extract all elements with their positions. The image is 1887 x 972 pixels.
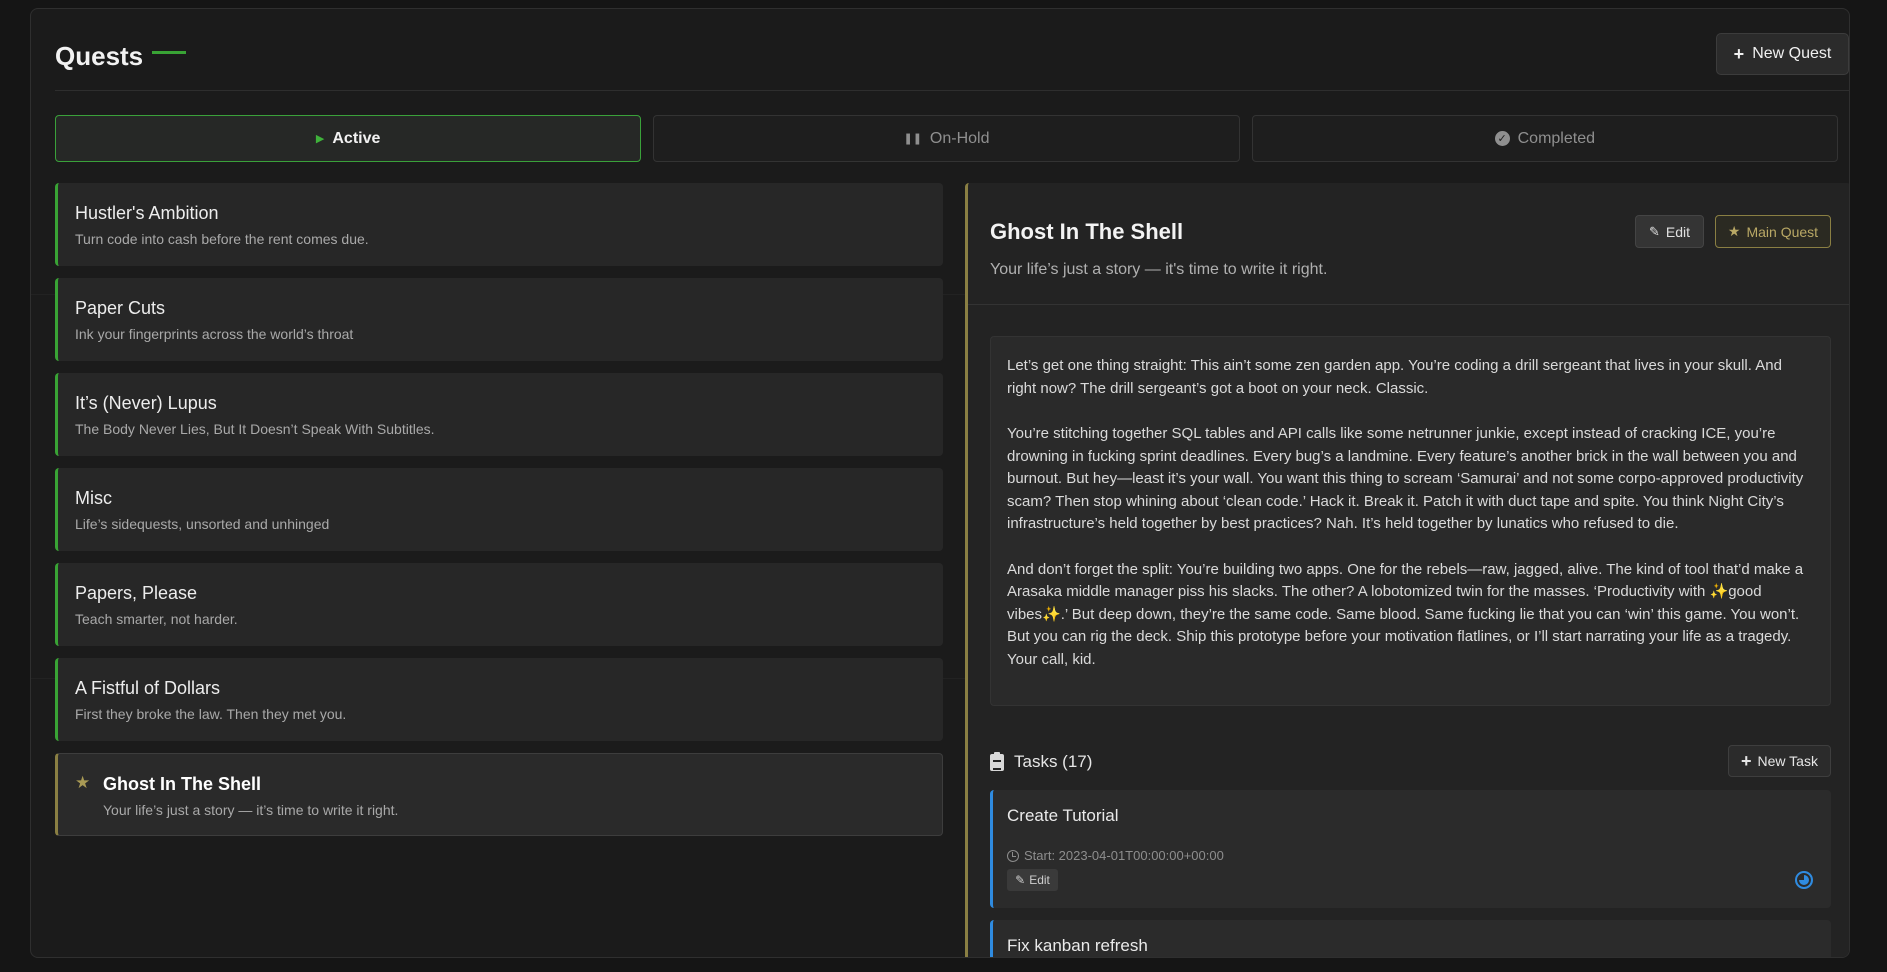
tasks-heading: Tasks (17) (990, 751, 1093, 772)
quest-description: Ink your fingerprints across the world’s… (75, 326, 354, 342)
task-start-date: Start: 2023-04-01T00:00:00+00:00 (1007, 848, 1224, 863)
quest-card[interactable]: It’s (Never) Lupus The Body Never Lies, … (55, 373, 943, 456)
quest-description: Your life’s just a story — it’s time to … (103, 802, 399, 818)
task-title: Fix kanban refresh (1007, 936, 1148, 955)
detail-header: Ghost In The Shell Your life’s just a st… (968, 183, 1849, 305)
tab-label: Completed (1517, 129, 1595, 147)
quest-card[interactable]: A Fistful of Dollars First they broke th… (55, 658, 943, 741)
task-edit-button[interactable]: ✎ Edit (1007, 869, 1058, 891)
quest-detail-panel: Ghost In The Shell Your life’s just a st… (965, 183, 1849, 957)
star-icon: ★ (1727, 223, 1741, 239)
tasks-header: Tasks (17) + New Task (990, 745, 1831, 779)
main-quest-label: Main Quest (1746, 223, 1819, 240)
quest-card[interactable]: Papers, Please Teach smarter, not harder… (55, 563, 943, 646)
app-window: Quests + New Quest ▶ Active ❚❚ On-Hold ✓… (30, 8, 1850, 958)
tab-active[interactable]: ▶ Active (55, 115, 642, 162)
edit-label: Edit (1665, 223, 1691, 240)
check-circle-icon: ✓ (1494, 131, 1510, 146)
page-header: Quests + New Quest (55, 9, 1849, 91)
quest-list: Hustler's Ambition Turn code into cash b… (55, 183, 943, 848)
quest-card[interactable]: Misc Life’s sidequests, unsorted and unh… (55, 468, 943, 551)
quest-description: The Body Never Lies, But It Doesn’t Spea… (75, 421, 435, 437)
quest-name: Papers, Please (75, 583, 198, 603)
plus-icon: + (1733, 44, 1745, 64)
star-icon: ★ (75, 773, 91, 792)
new-task-label: New Task (1757, 753, 1818, 769)
edit-quest-button[interactable]: ✎ Edit (1635, 215, 1704, 248)
new-quest-label: New Quest (1752, 45, 1832, 62)
quest-card[interactable]: Paper Cuts Ink your fingerprints across … (55, 278, 943, 361)
quest-card[interactable]: Hustler's Ambition Turn code into cash b… (55, 183, 943, 266)
quest-description: Turn code into cash before the rent come… (75, 231, 369, 247)
task-start-text: Start: 2023-04-01T00:00:00+00:00 (1024, 848, 1224, 863)
in-progress-icon[interactable] (1795, 871, 1813, 889)
task-edit-label: Edit (1029, 873, 1050, 887)
pause-icon: ❚❚ (903, 133, 922, 145)
story-paragraph: Let’s get one thing straight: This ain’t… (1007, 357, 1782, 397)
play-icon: ▶ (315, 133, 325, 145)
task-card[interactable]: Create Tutorial Start: 2023-04-01T00:00:… (990, 790, 1831, 908)
tab-on-hold[interactable]: ❚❚ On-Hold (653, 115, 1240, 162)
main-quest-button[interactable]: ★ Main Quest (1715, 215, 1831, 248)
clipboard-icon (990, 751, 1004, 771)
new-quest-button[interactable]: + New Quest (1716, 33, 1849, 75)
quest-name: Misc (75, 488, 112, 508)
quest-card-selected[interactable]: ★ Ghost In The Shell Your life’s just a … (55, 753, 943, 836)
pencil-icon: ✎ (1015, 873, 1026, 887)
quest-name: Ghost In The Shell (103, 774, 262, 794)
quest-description: Teach smarter, not harder. (75, 611, 238, 627)
page-title: Quests (55, 41, 144, 71)
title-accent-line (152, 51, 186, 54)
plus-icon: + (1741, 751, 1752, 771)
tab-completed[interactable]: ✓ Completed (1251, 115, 1838, 162)
quest-description: Life’s sidequests, unsorted and unhinged (75, 516, 330, 532)
task-card[interactable]: Fix kanban refresh (990, 920, 1831, 957)
detail-subtitle: Your life’s just a story — it's time to … (990, 261, 1328, 278)
quest-description: First they broke the law. Then they met … (75, 706, 347, 722)
quest-story: Let’s get one thing straight: This ain’t… (990, 336, 1831, 706)
story-paragraph: You’re stitching together SQL tables and… (1007, 425, 1804, 532)
tasks-count-label: Tasks (17) (1014, 752, 1093, 771)
quest-status-tabs: ▶ Active ❚❚ On-Hold ✓ Completed (55, 115, 1838, 162)
new-task-button[interactable]: + New Task (1728, 745, 1831, 777)
clock-icon (1007, 849, 1019, 862)
task-title: Create Tutorial (1007, 806, 1119, 825)
story-paragraph: And don’t forget the split: You’re build… (1007, 560, 1804, 668)
pencil-icon: ✎ (1648, 223, 1660, 239)
detail-title: Ghost In The Shell (990, 219, 1184, 244)
tab-label: On-Hold (929, 129, 990, 147)
quest-name: A Fistful of Dollars (75, 678, 221, 698)
tab-label: Active (332, 129, 381, 147)
quest-name: Hustler's Ambition (75, 203, 219, 223)
quest-name: Paper Cuts (75, 298, 166, 318)
quest-name: It’s (Never) Lupus (75, 393, 217, 413)
